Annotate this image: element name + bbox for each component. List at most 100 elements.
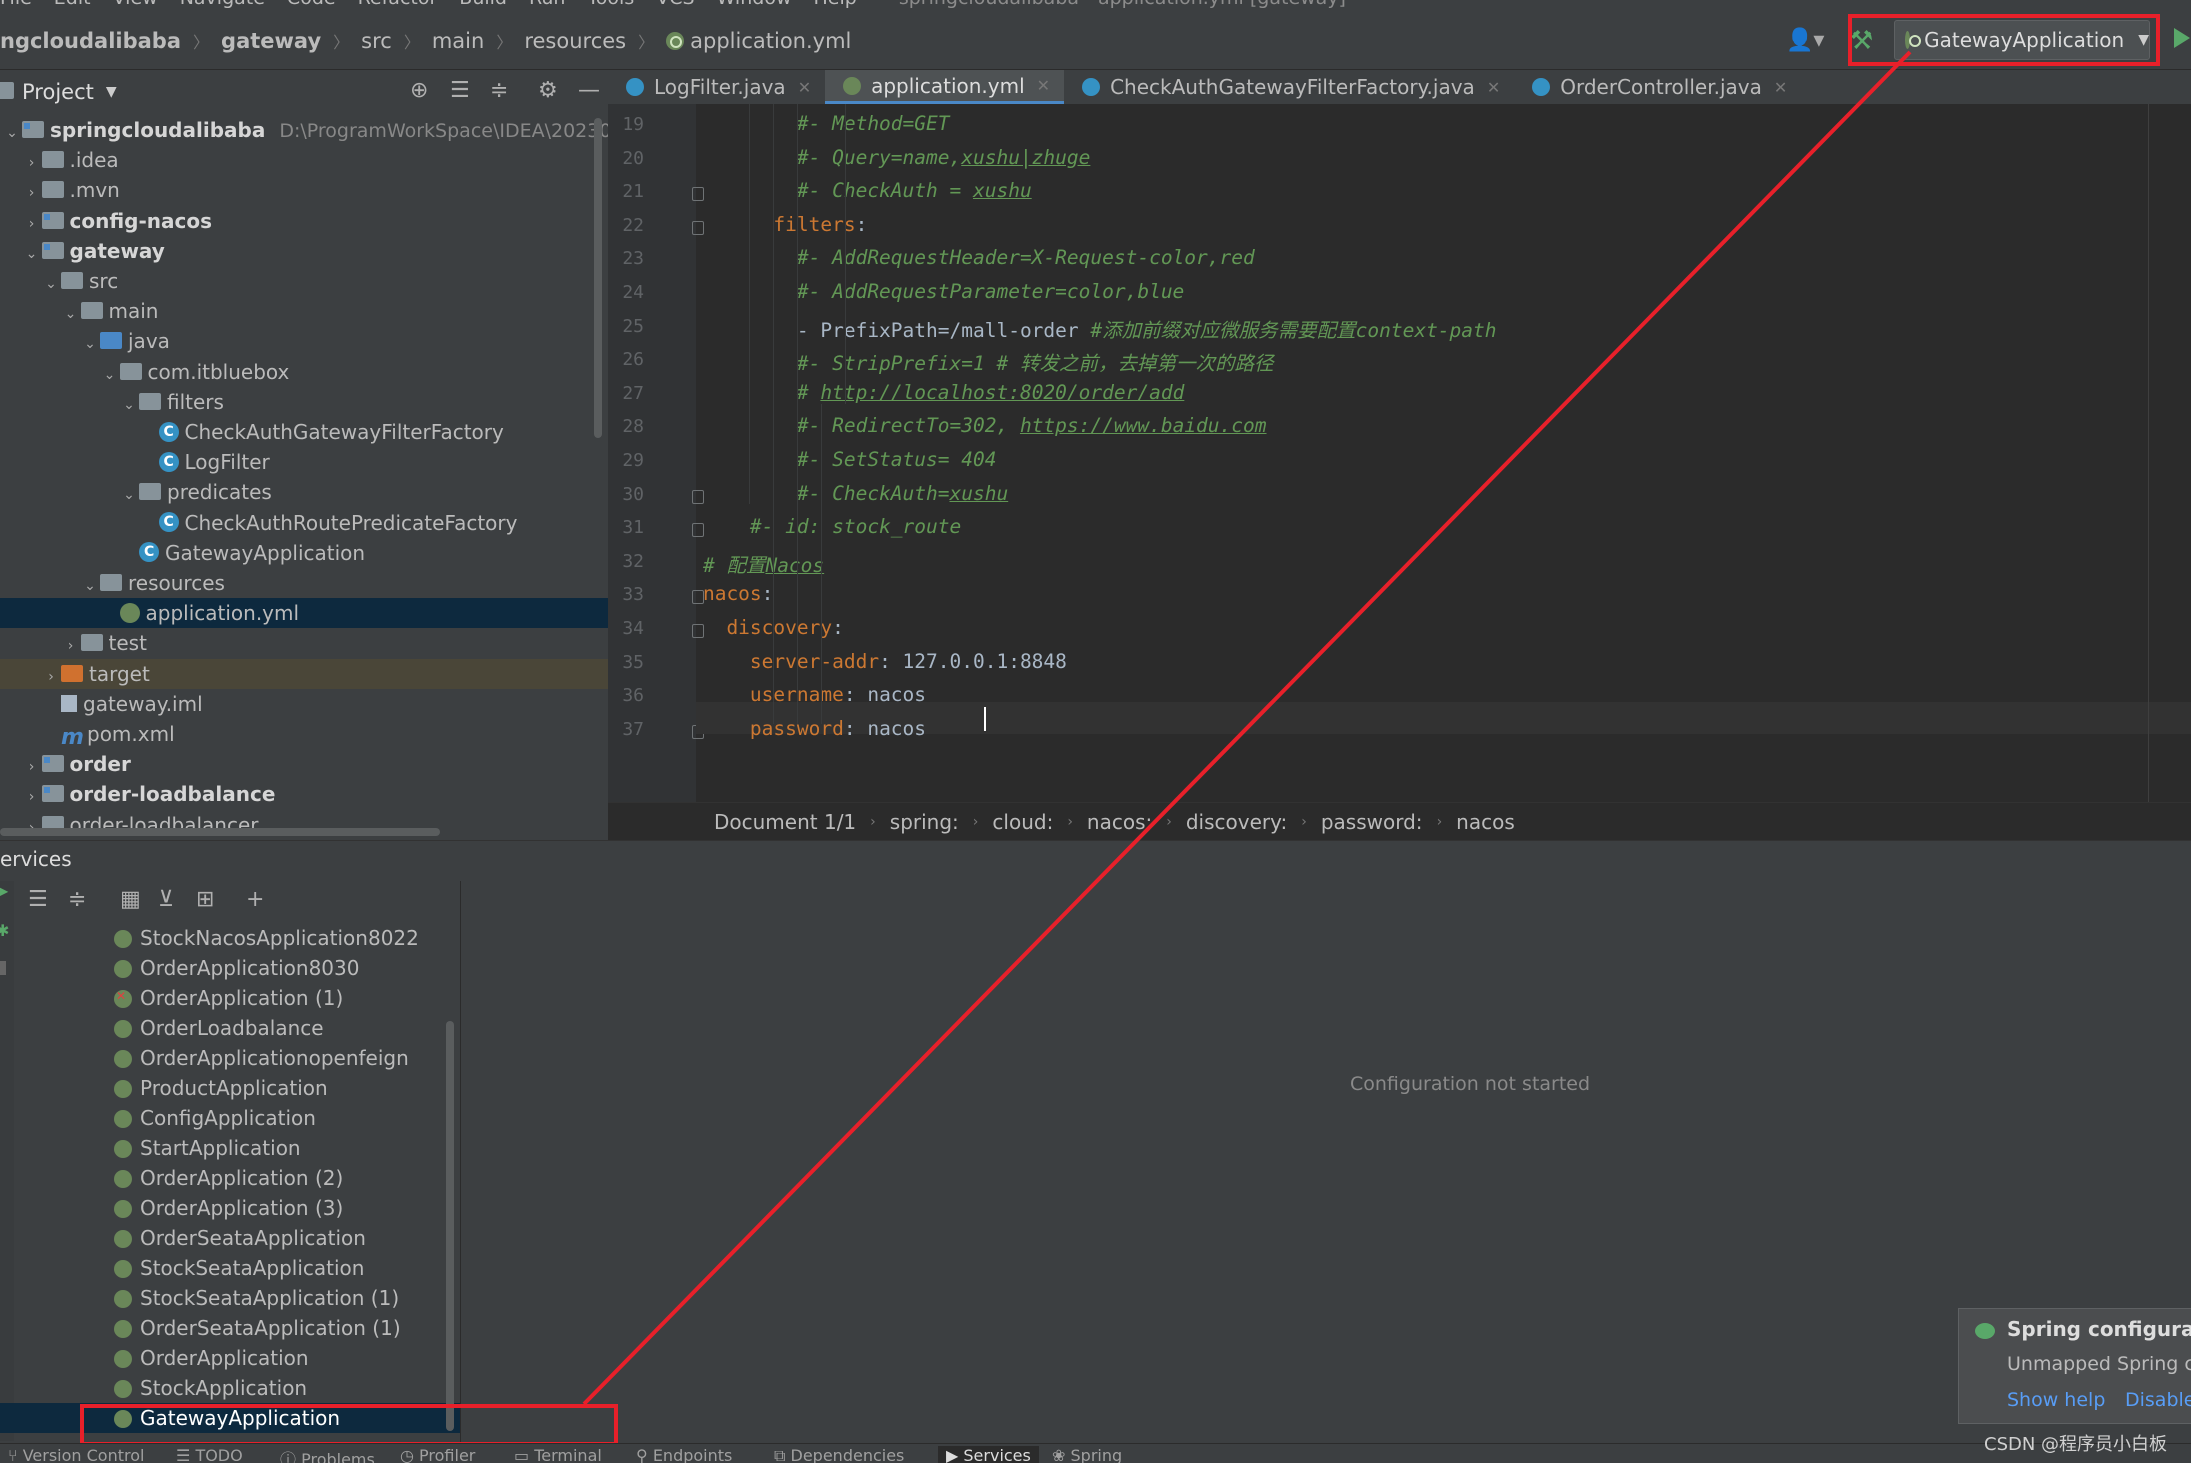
service-item[interactable]: OrderSeataApplication: [0, 1223, 460, 1253]
service-item[interactable]: OrderApplication8030: [0, 953, 460, 983]
group-by-icon[interactable]: ▦: [120, 887, 141, 912]
collapse-all-icon[interactable]: ≑: [68, 887, 86, 912]
service-item[interactable]: OrderApplication (1): [0, 981, 460, 1013]
chevron-down-icon[interactable]: ⌄: [22, 239, 42, 269]
breadcrumb-item[interactable]: src: [361, 29, 392, 53]
chevron-right-icon[interactable]: ›: [22, 148, 42, 178]
tree-item[interactable]: › config-nacos: [0, 206, 608, 236]
tool-window-button[interactable]: ▭ Terminal: [514, 1446, 602, 1463]
tree-item[interactable]: ⌄ resources: [0, 568, 608, 598]
service-item[interactable]: OrderApplication (3): [0, 1193, 460, 1223]
tree-item[interactable]: CheckAuthRoutePredicateFactory: [0, 507, 608, 538]
service-item[interactable]: OrderApplicationopenfeign: [0, 1043, 460, 1073]
chevron-down-icon[interactable]: ⌄: [80, 329, 100, 359]
menu-item[interactable]: Refactor: [358, 0, 438, 8]
chevron-down-icon[interactable]: ⌄: [41, 269, 61, 299]
menu-item[interactable]: View: [113, 0, 158, 8]
project-title[interactable]: Project: [22, 80, 94, 104]
tree-item[interactable]: ⌄ gateway: [0, 236, 608, 266]
expand-all-icon[interactable]: ☰: [28, 887, 48, 912]
tool-window-button[interactable]: ▶ Services: [938, 1446, 1039, 1463]
expand-all-icon[interactable]: ☰: [450, 78, 470, 103]
tree-item[interactable]: › .idea: [0, 145, 608, 175]
tool-window-button[interactable]: ☰ TODO: [176, 1446, 243, 1463]
menu-item[interactable]: Navigate: [180, 0, 265, 8]
tool-window-button[interactable]: ◷ Profiler: [400, 1446, 475, 1463]
service-item[interactable]: OrderLoadbalance: [0, 1013, 460, 1043]
service-item[interactable]: StockApplication: [0, 1373, 460, 1403]
project-scrollbar[interactable]: [594, 118, 602, 438]
tree-item[interactable]: ⌄ com.itbluebox: [0, 357, 608, 387]
tree-item[interactable]: ⌄ java: [0, 326, 608, 356]
tree-item[interactable]: m pom.xml: [0, 719, 608, 750]
service-item[interactable]: ConfigApplication: [0, 1103, 460, 1133]
service-item[interactable]: StockNacosApplication8022: [0, 923, 460, 953]
menu-item[interactable]: VCS: [656, 0, 694, 8]
service-item[interactable]: OrderSeataApplication (1): [0, 1313, 460, 1343]
service-item[interactable]: StockSeataApplication: [0, 1253, 460, 1283]
close-icon[interactable]: ✕: [1774, 78, 1787, 97]
editor-breadcrumb-item[interactable]: spring:: [890, 810, 959, 834]
breadcrumb-item[interactable]: gateway: [221, 29, 321, 53]
chevron-right-icon[interactable]: ›: [22, 209, 42, 239]
editor-tab[interactable]: CheckAuthGatewayFilterFactory.java ✕: [1064, 70, 1514, 104]
locate-icon[interactable]: ⊕: [410, 78, 428, 103]
chevron-down-icon[interactable]: ⌄: [119, 480, 139, 510]
breadcrumb-item[interactable]: ngcloudalibaba: [0, 29, 181, 53]
tree-item[interactable]: ⌄ springcloudalibaba D:\ProgramWorkSpace\I…: [0, 115, 608, 145]
close-icon[interactable]: ✕: [1037, 76, 1050, 95]
filter-icon[interactable]: ⊻: [158, 887, 174, 912]
services-scrollbar[interactable]: [446, 1021, 454, 1431]
breadcrumb-item[interactable]: main: [432, 29, 484, 53]
tree-item[interactable]: ⌄ filters: [0, 387, 608, 417]
services-divider[interactable]: [460, 881, 461, 1444]
chevron-down-icon[interactable]: ▼: [106, 84, 117, 100]
tool-window-button[interactable]: ⓘ Problems: [280, 1446, 375, 1463]
tree-item[interactable]: › .mvn: [0, 175, 608, 205]
editor-breadcrumb-item[interactable]: nacos:: [1087, 810, 1152, 834]
tool-window-button[interactable]: ⧉ Dependencies: [774, 1446, 904, 1463]
chevron-down-icon[interactable]: ⌄: [119, 390, 139, 420]
chevron-down-icon[interactable]: ⌄: [2, 118, 22, 148]
service-item[interactable]: StockSeataApplication (1): [0, 1283, 460, 1313]
tree-item[interactable]: LogFilter: [0, 447, 608, 477]
menu-item[interactable]: Window: [717, 0, 792, 8]
menu-item[interactable]: Tools: [587, 0, 634, 8]
editor-tab[interactable]: OrderController.java ✕: [1514, 70, 1801, 104]
menu-item[interactable]: Build: [459, 0, 507, 8]
menu-item[interactable]: Run: [529, 0, 565, 8]
run-play-icon[interactable]: [2174, 28, 2190, 48]
gear-icon[interactable]: ⚙: [538, 78, 558, 103]
add-service-icon[interactable]: +: [246, 887, 264, 912]
service-item[interactable]: ProductApplication: [0, 1073, 460, 1103]
service-item[interactable]: StartApplication: [0, 1133, 460, 1163]
editor-breadcrumb-item[interactable]: Document 1/1: [714, 810, 856, 834]
chevron-right-icon[interactable]: ›: [41, 662, 61, 692]
chevron-right-icon[interactable]: ›: [22, 752, 42, 782]
tree-item[interactable]: ⌄ src: [0, 266, 608, 296]
chevron-right-icon[interactable]: ›: [22, 782, 42, 812]
hide-icon[interactable]: —: [578, 78, 600, 103]
chevron-right-icon[interactable]: ›: [22, 178, 42, 208]
chevron-down-icon[interactable]: ⌄: [100, 360, 120, 390]
tree-item[interactable]: gateway.iml: [0, 689, 608, 719]
menu-item[interactable]: Edit: [54, 0, 91, 8]
tool-window-button[interactable]: ⑂ Version Control: [8, 1446, 144, 1463]
service-item[interactable]: OrderApplication: [0, 1343, 460, 1373]
tree-item[interactable]: › order-loadbalance: [0, 779, 608, 809]
menu-item[interactable]: File: [0, 0, 32, 8]
collapse-all-icon[interactable]: ≑: [490, 78, 508, 103]
code-editor[interactable]: 19 20 21 22 23 24 25 26 27 28 29 30 31 32 33 34 35 36 37 #…: [608, 104, 2191, 802]
tree-item[interactable]: CheckAuthGatewayFilterFactory: [0, 417, 608, 447]
menu-item[interactable]: Help: [813, 0, 856, 8]
disable-link[interactable]: Disable: [2125, 1389, 2191, 1411]
close-icon[interactable]: ✕: [1487, 78, 1500, 97]
tree-item[interactable]: › target: [0, 658, 608, 692]
new-tab-icon[interactable]: ⊞: [196, 887, 214, 912]
menu-item[interactable]: Code: [287, 0, 336, 8]
breadcrumb-item[interactable]: resources: [524, 29, 626, 53]
user-icon[interactable]: 👤▾: [1786, 28, 1824, 53]
chevron-down-icon[interactable]: ⌄: [61, 299, 81, 329]
tool-window-button[interactable]: ❀ Spring: [1052, 1446, 1122, 1463]
breadcrumb-item[interactable]: application.yml: [690, 29, 851, 53]
